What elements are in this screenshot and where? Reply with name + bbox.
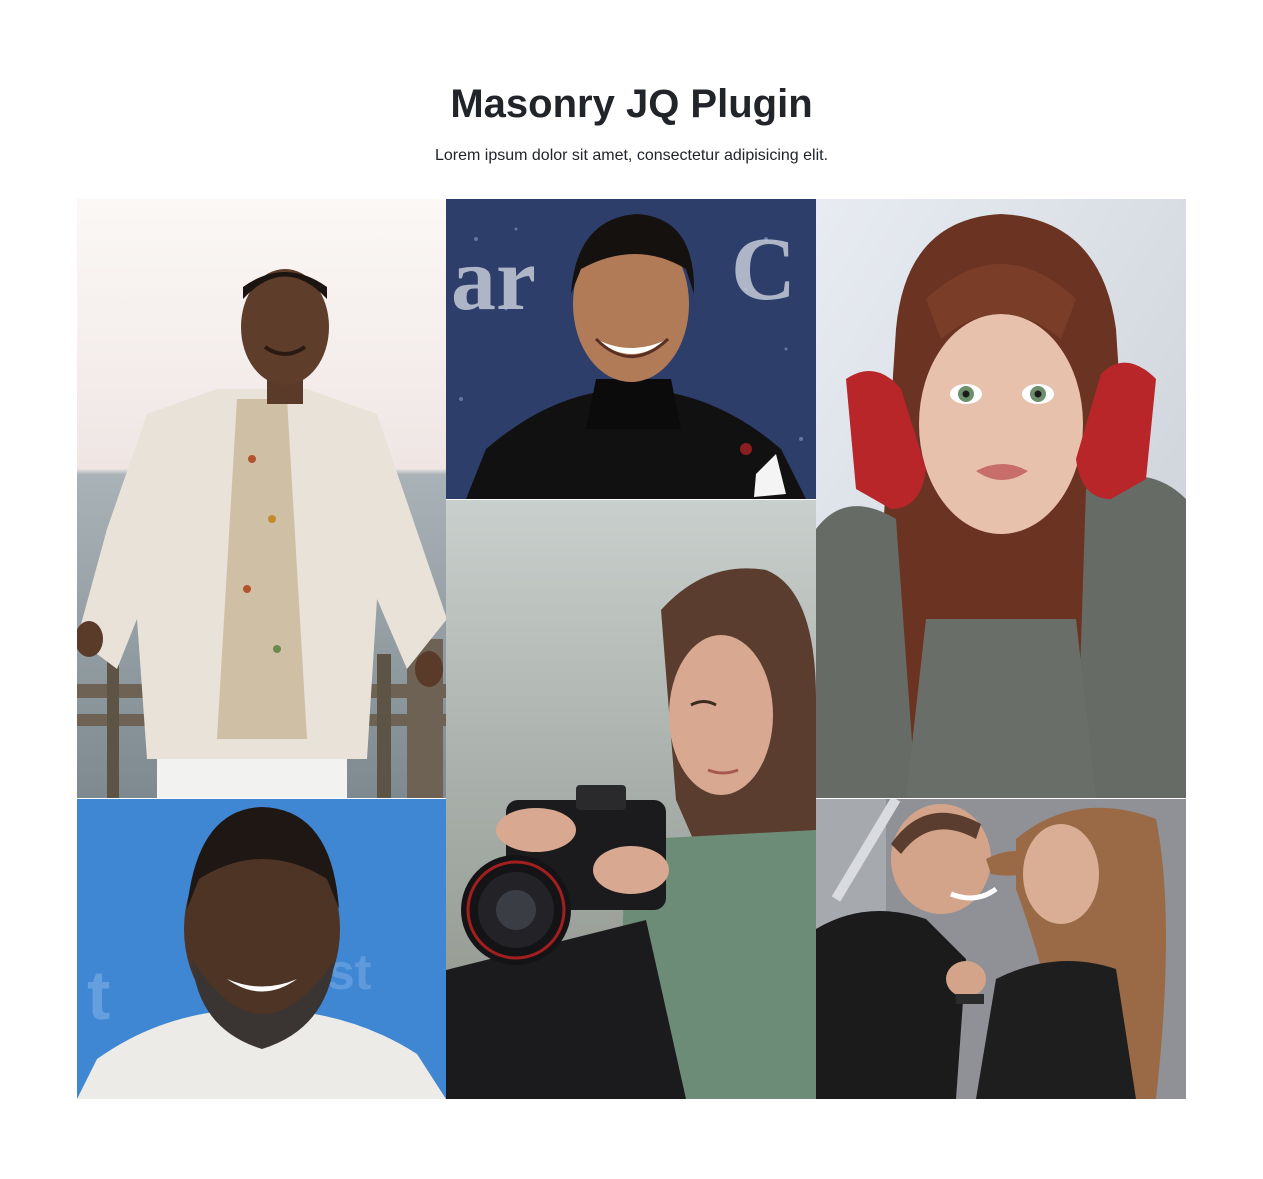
svg-text:ar: ar — [451, 230, 536, 329]
gallery-item-man-white-suit[interactable] — [77, 199, 446, 798]
gallery-item-couple-hair-wind[interactable] — [816, 799, 1186, 1099]
photo-man-black-turtleneck: ar C — [446, 199, 816, 499]
gallery-item-man-blue-backdrop[interactable]: t st — [77, 799, 446, 1099]
photo-girl-red-gloves — [816, 199, 1186, 798]
page-subtitle: Lorem ipsum dolor sit amet, consectetur … — [434, 147, 829, 164]
page-title: Masonry JQ Plugin — [450, 82, 813, 126]
gallery-item-woman-camera[interactable] — [446, 500, 816, 1099]
photo-man-white-suit — [77, 199, 446, 798]
masonry-gallery: ar C t st — [77, 199, 1186, 1099]
gallery-item-girl-red-gloves[interactable] — [816, 199, 1186, 798]
photo-man-blue-backdrop: t st — [77, 799, 446, 1099]
photo-couple-hair-wind — [816, 799, 1186, 1099]
gallery-item-man-black-turtleneck[interactable]: ar C — [446, 199, 816, 499]
svg-text:t: t — [87, 956, 110, 1034]
photo-woman-camera — [446, 500, 816, 1099]
svg-text:C: C — [731, 220, 796, 319]
